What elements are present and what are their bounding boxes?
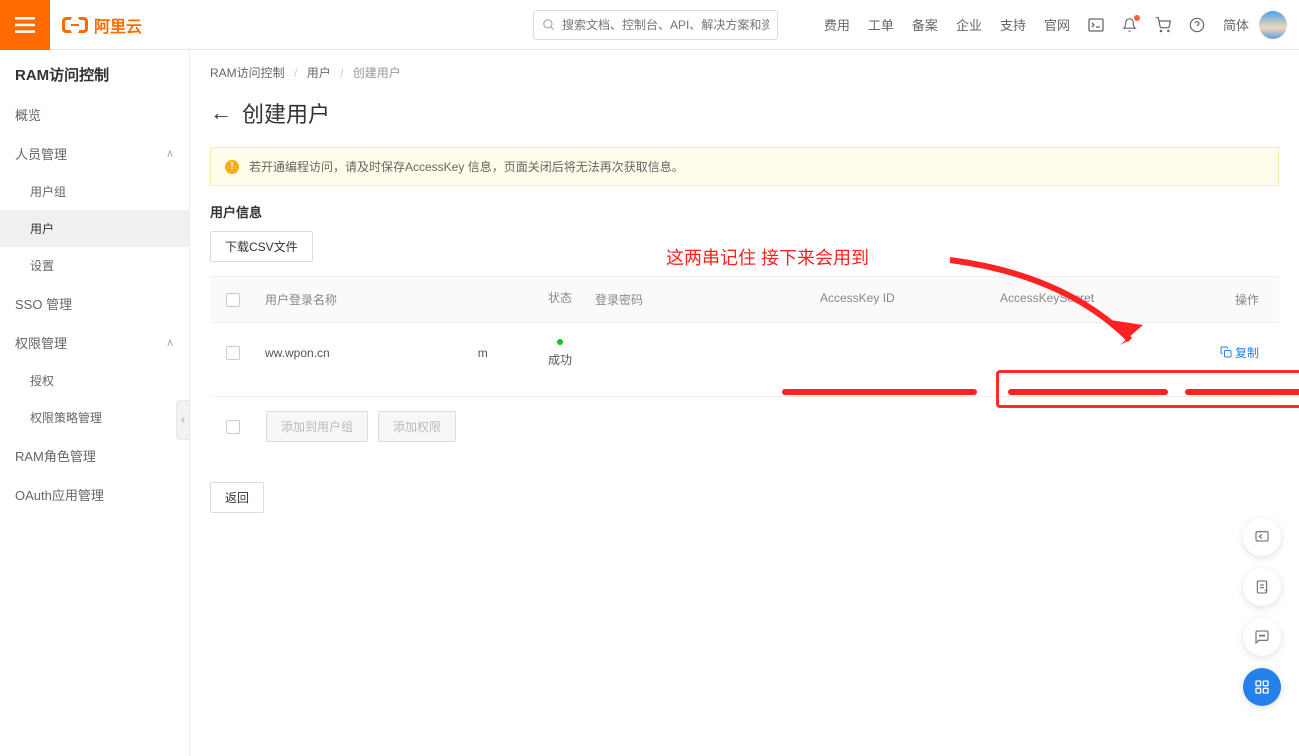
avatar[interactable] (1259, 11, 1287, 39)
add-perm-button[interactable]: 添加权限 (378, 411, 456, 442)
alert-bar: ! 若开通编程访问，请及时保存AccessKey 信息，页面关闭后将无法再次获取… (210, 147, 1279, 186)
table-row: ww.wpon.cnhiddenm 成功 复制 (210, 323, 1279, 382)
th-akid: AccessKey ID (810, 277, 990, 322)
bulk-checkbox[interactable] (226, 420, 240, 434)
hamburger-menu-button[interactable] (0, 0, 50, 50)
sidebar-item-oauth[interactable]: OAuth应用管理 (0, 475, 189, 514)
float-doc-button[interactable] (1243, 568, 1281, 606)
sidebar-item-settings[interactable]: 设置 (0, 247, 189, 284)
section-title: 用户信息 (210, 202, 1279, 221)
sidebar-item-grant[interactable]: 授权 (0, 362, 189, 399)
nav-icp[interactable]: 备案 (912, 15, 938, 34)
sidebar-item-sso[interactable]: SSO 管理 (0, 284, 189, 323)
back-arrow[interactable]: ← (210, 100, 232, 126)
cell-aksec (990, 339, 1210, 367)
chat-icon (1253, 629, 1271, 645)
nav-enterprise[interactable]: 企业 (956, 15, 982, 34)
copy-icon (1220, 346, 1232, 358)
th-status: 状态 (535, 277, 585, 322)
search-input[interactable] (562, 18, 769, 32)
document-icon (1254, 578, 1270, 596)
back-square-icon (1253, 529, 1271, 545)
search-box[interactable] (533, 10, 778, 40)
search-icon (542, 18, 556, 32)
download-csv-button[interactable]: 下载CSV文件 (210, 231, 313, 262)
cell-akid (810, 339, 990, 367)
aliyun-logo-icon (62, 15, 88, 35)
lang-switch[interactable]: 简体 (1223, 15, 1249, 34)
cell-status: 成功 (535, 323, 585, 382)
top-header: 阿里云 费用 工单 备案 企业 支持 官网 简体 (0, 0, 1299, 50)
help-button[interactable] (1189, 17, 1205, 33)
th-aksec: AccessKeySecret (990, 277, 1210, 322)
hamburger-icon (15, 17, 35, 33)
top-nav: 费用 工单 备案 企业 支持 官网 简体 (824, 15, 1249, 34)
sidebar-item-role[interactable]: RAM角色管理 (0, 436, 189, 475)
alert-text: 若开通编程访问，请及时保存AccessKey 信息，页面关闭后将无法再次获取信息… (249, 158, 684, 175)
breadcrumb-l2[interactable]: 用户 (307, 66, 331, 80)
add-to-group-button[interactable]: 添加到用户组 (266, 411, 368, 442)
sidebar-collapse-button[interactable]: ‹ (176, 400, 190, 440)
sidebar-item-people[interactable]: 人员管理∧ (0, 134, 189, 173)
annotation-text: 这两串记住 接下来会用到 (666, 244, 869, 270)
cell-username: ww.wpon.cnhiddenm (255, 332, 535, 374)
th-op: 操作 (1210, 277, 1279, 322)
sidebar-item-policy[interactable]: 权限策略管理 (0, 399, 189, 436)
chevron-up-icon: ∧ (166, 336, 174, 349)
sidebar-item-usergroup[interactable]: 用户组 (0, 173, 189, 210)
main-content: RAM访问控制 / 用户 / 创建用户 ← 创建用户 ! 若开通编程访问，请及时… (190, 50, 1299, 756)
warning-icon: ! (225, 160, 239, 174)
header-checkbox[interactable] (226, 293, 240, 307)
terminal-icon[interactable] (1088, 18, 1104, 32)
float-buttons (1243, 518, 1281, 706)
th-name: 用户登录名称 (255, 277, 535, 322)
breadcrumb-l3: 创建用户 (353, 66, 401, 80)
float-chat-button[interactable] (1243, 618, 1281, 656)
notifications-button[interactable] (1122, 17, 1137, 33)
nav-support[interactable]: 支持 (1000, 15, 1026, 34)
return-button[interactable]: 返回 (210, 482, 264, 513)
copy-button[interactable]: 复制 (1220, 344, 1259, 361)
table-head: 用户登录名称 状态 登录密码 AccessKey ID AccessKeySec… (210, 276, 1279, 323)
float-apps-button[interactable] (1243, 668, 1281, 706)
page-title-row: ← 创建用户 (210, 97, 1279, 129)
nav-ticket[interactable]: 工单 (868, 15, 894, 34)
logo-text: 阿里云 (94, 13, 142, 37)
sidebar-item-perm[interactable]: 权限管理∧ (0, 323, 189, 362)
nav-website[interactable]: 官网 (1044, 15, 1070, 34)
user-table: 用户登录名称 状态 登录密码 AccessKey ID AccessKeySec… (210, 276, 1279, 442)
apps-icon (1254, 679, 1270, 695)
sidebar: RAM访问控制 概览 人员管理∧ 用户组 用户 设置 SSO 管理 权限管理∧ … (0, 50, 190, 756)
sidebar-title: RAM访问控制 (0, 50, 189, 95)
status-dot-icon (557, 339, 563, 345)
action-row: 添加到用户组 添加权限 (210, 396, 1279, 442)
float-back-button[interactable] (1243, 518, 1281, 556)
cell-op: 复制 (1210, 330, 1279, 376)
notification-dot (1134, 15, 1140, 21)
sidebar-item-user[interactable]: 用户 (0, 210, 189, 247)
help-icon (1189, 17, 1205, 33)
cell-password (585, 339, 810, 367)
cart-icon (1155, 17, 1171, 33)
breadcrumb: RAM访问控制 / 用户 / 创建用户 (210, 64, 1279, 81)
th-password: 登录密码 (585, 277, 810, 322)
sidebar-item-overview[interactable]: 概览 (0, 95, 189, 134)
breadcrumb-l1[interactable]: RAM访问控制 (210, 66, 285, 80)
row-checkbox[interactable] (226, 346, 240, 360)
page-title: 创建用户 (242, 97, 330, 129)
nav-fee[interactable]: 费用 (824, 15, 850, 34)
cart-button[interactable] (1155, 17, 1171, 33)
logo[interactable]: 阿里云 (62, 13, 142, 37)
chevron-up-icon: ∧ (166, 147, 174, 160)
